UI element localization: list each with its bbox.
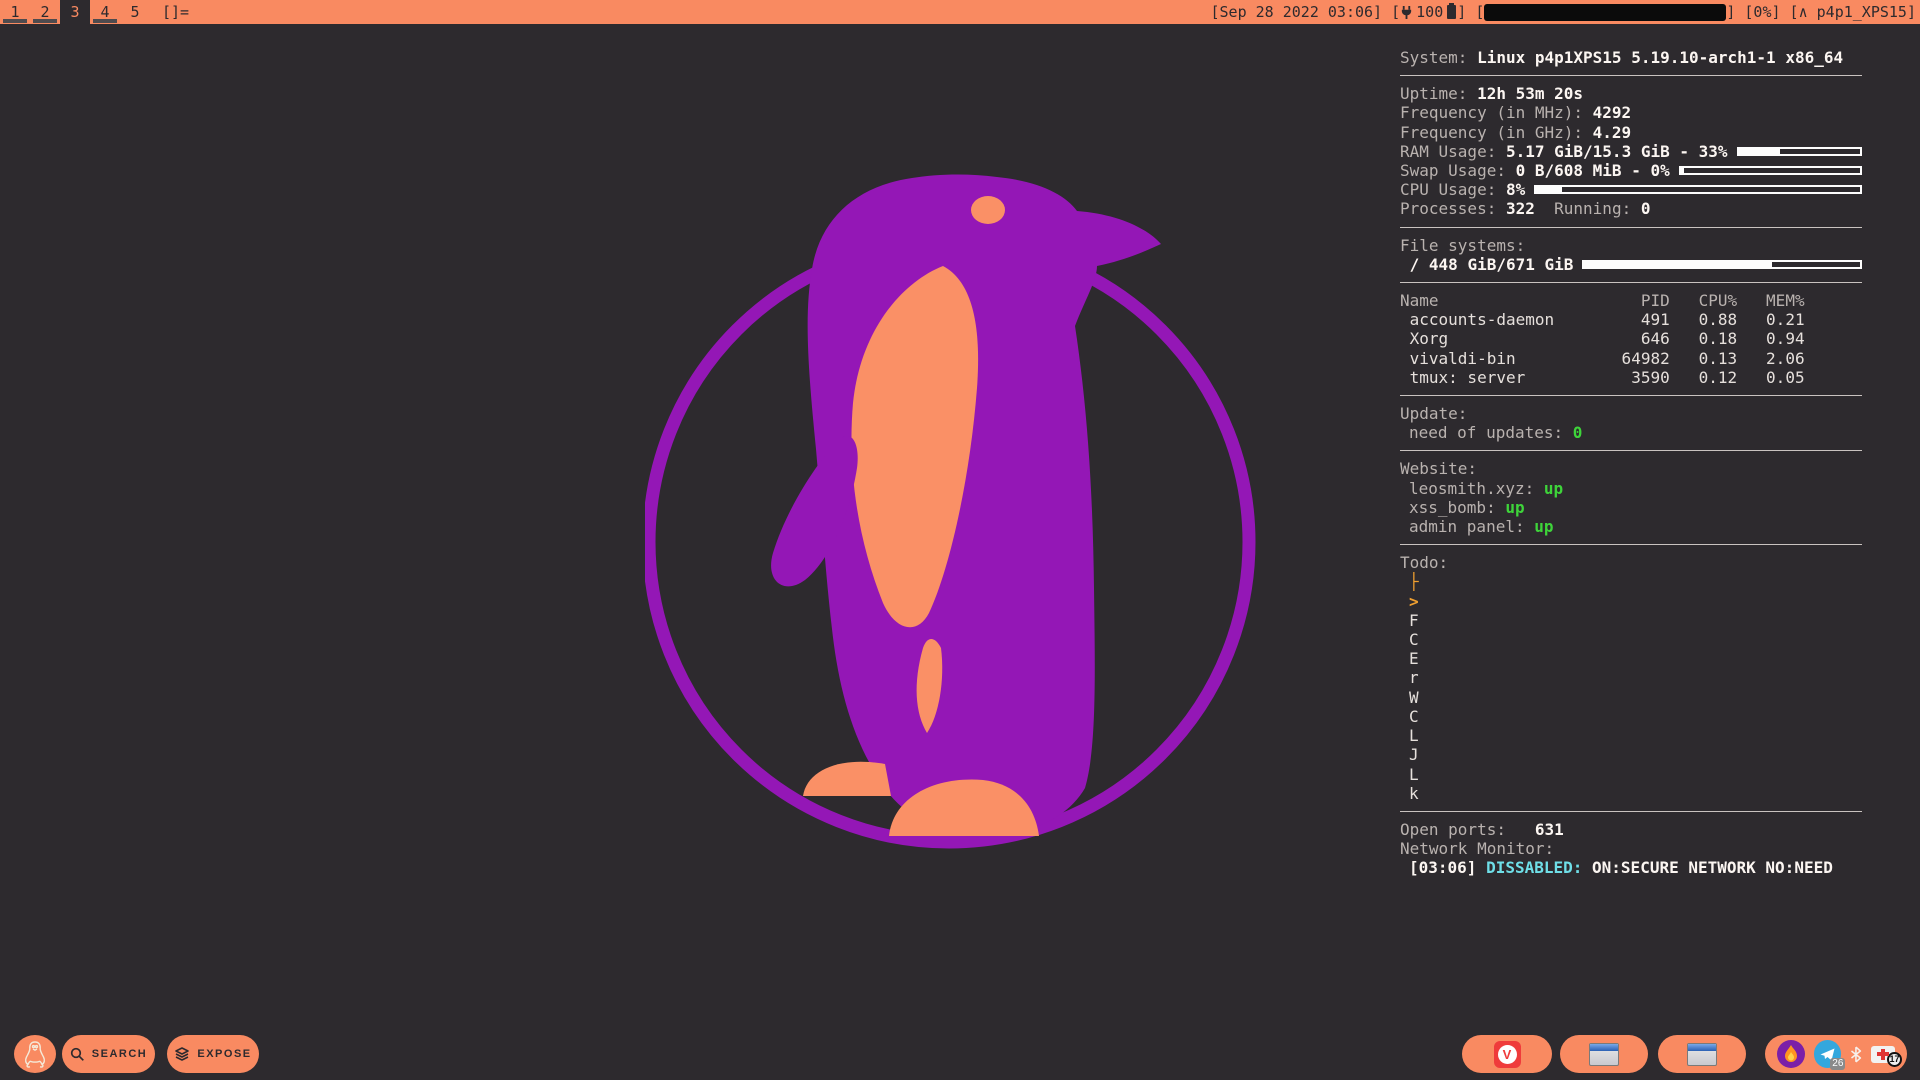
system-line: System: Linux p4p1XPS15 5.19.10-arch1-1 … xyxy=(1400,48,1862,67)
ram-usage-bar xyxy=(1737,147,1862,156)
firstaid-tray-icon[interactable]: 17 xyxy=(1871,1046,1895,1063)
todo-item: ├ xyxy=(1400,572,1862,591)
uptime-line: Uptime: 12h 53m 20s xyxy=(1400,84,1862,103)
battery-icon xyxy=(1447,5,1456,19)
processes-line: Processes: 322 Running: 0 xyxy=(1400,199,1862,218)
statusbar-right: [Sep 28 2022 03:06] [ 100 ] [ ] [0%] [∧ … xyxy=(1211,0,1917,24)
taskbar-window-1[interactable] xyxy=(1560,1035,1648,1073)
website-title: Website: xyxy=(1400,459,1862,478)
expose-button[interactable]: EXPOSE xyxy=(167,1035,259,1073)
battery-segment: [ 100 ] xyxy=(1382,3,1475,21)
freq-mhz-line: Frequency (in MHz): 4292 xyxy=(1400,103,1862,122)
todo-item: > xyxy=(1400,592,1862,611)
todo-item: r xyxy=(1400,668,1862,687)
open-ports-line: Open ports: 631 xyxy=(1400,820,1862,839)
filesystem-usage-bar xyxy=(1582,260,1862,269)
telegram-tray-icon[interactable]: 26 xyxy=(1814,1040,1842,1068)
process-table-header: Name PID CPU% MEM% xyxy=(1400,291,1862,310)
ram-line: RAM Usage: 5.17 GiB/15.3 GiB - 33% xyxy=(1400,142,1862,161)
tux-launcher-button[interactable] xyxy=(14,1035,56,1073)
status-cpu: [0%] xyxy=(1744,3,1780,21)
window-icon xyxy=(1687,1043,1717,1066)
workspace-tag-4[interactable]: 4 xyxy=(90,0,120,24)
website-status-line: leosmith.xyz: up xyxy=(1400,479,1862,498)
tux-icon xyxy=(22,1040,48,1068)
divider xyxy=(1400,811,1862,812)
todo-item: L xyxy=(1400,726,1862,745)
update-title: Update: xyxy=(1400,404,1862,423)
divider xyxy=(1400,75,1862,76)
bluetooth-tray-icon[interactable] xyxy=(1850,1045,1862,1064)
updates-needed-line: need of updates: 0 xyxy=(1400,423,1862,442)
divider xyxy=(1400,395,1862,396)
layers-icon xyxy=(174,1046,190,1062)
workspace-tag-3-active[interactable]: 3 xyxy=(60,0,90,24)
battery-percent: 100 xyxy=(1416,3,1443,21)
power-plug-icon xyxy=(1400,6,1413,19)
vivaldi-v-glyph: V xyxy=(1498,1045,1517,1064)
website-status-line: xss_bomb: up xyxy=(1400,498,1862,517)
cpu-usage-bar xyxy=(1534,185,1862,194)
workspace-tags: 1 2 3 4 5 xyxy=(0,0,150,24)
penguin-wallpaper xyxy=(645,148,1265,878)
filesystem-root-line: / 448 GiB/671 GiB xyxy=(1400,255,1862,274)
system-info-panel: System: Linux p4p1XPS15 5.19.10-arch1-1 … xyxy=(1400,48,1862,878)
filesystems-title: File systems: xyxy=(1400,236,1862,255)
todo-item: k xyxy=(1400,784,1862,803)
status-hostname: [∧ p4p1_XPS15] xyxy=(1781,3,1916,21)
search-icon xyxy=(70,1047,85,1062)
redacted-network-info xyxy=(1484,4,1726,21)
layout-symbol[interactable]: []= xyxy=(162,3,189,21)
expose-button-label: EXPOSE xyxy=(197,1048,251,1060)
penguin-eye xyxy=(971,196,1005,224)
network-monitor-title: Network Monitor: xyxy=(1400,839,1862,858)
taskbar-vivaldi-window[interactable]: V xyxy=(1462,1035,1552,1073)
todo-item: E xyxy=(1400,649,1862,668)
window-icon xyxy=(1589,1043,1619,1066)
divider xyxy=(1400,450,1862,451)
workspace-tag-1[interactable]: 1 xyxy=(0,0,30,24)
divider xyxy=(1400,227,1862,228)
taskbar-window-2[interactable] xyxy=(1658,1035,1746,1073)
todo-item: C xyxy=(1400,707,1862,726)
vivaldi-icon: V xyxy=(1494,1041,1521,1068)
process-table-row: vivaldi-bin 64982 0.13 2.06 xyxy=(1400,349,1862,368)
top-status-bar: 1 2 3 4 5 []= [Sep 28 2022 03:06] [ 100 … xyxy=(0,0,1920,24)
divider xyxy=(1400,544,1862,545)
todo-item: C xyxy=(1400,630,1862,649)
todo-item: F xyxy=(1400,611,1862,630)
swap-line: Swap Usage: 0 B/608 MiB - 0% xyxy=(1400,161,1862,180)
swap-usage-bar xyxy=(1679,166,1862,175)
status-datetime: [Sep 28 2022 03:06] xyxy=(1211,3,1383,21)
process-table-row: tmux: server 3590 0.12 0.05 xyxy=(1400,368,1862,387)
search-button[interactable]: SEARCH xyxy=(62,1035,155,1073)
system-tray: 26 17 xyxy=(1765,1035,1907,1073)
penguin-artwork-svg xyxy=(645,148,1265,878)
firstaid-count-badge: 17 xyxy=(1887,1052,1902,1067)
telegram-unread-badge: 26 xyxy=(1830,1058,1845,1070)
process-table-row: accounts-daemon 491 0.88 0.21 xyxy=(1400,310,1862,329)
search-button-label: SEARCH xyxy=(92,1048,147,1060)
process-table-row: Xorg 646 0.18 0.94 xyxy=(1400,329,1862,348)
freq-ghz-line: Frequency (in GHz): 4.29 xyxy=(1400,123,1862,142)
cpu-line: CPU Usage: 8% xyxy=(1400,180,1862,199)
todo-item: L xyxy=(1400,765,1862,784)
penguin-foot-left xyxy=(803,762,891,796)
workspace-tag-2[interactable]: 2 xyxy=(30,0,60,24)
todo-item: W xyxy=(1400,688,1862,707)
website-status-line: admin panel: up xyxy=(1400,517,1862,536)
network-monitor-status: [03:06] DISSABLED: ON:SECURE NETWORK NO:… xyxy=(1400,858,1862,877)
workspace-tag-5[interactable]: 5 xyxy=(120,0,150,24)
todo-title: Todo: xyxy=(1400,553,1862,572)
flameshot-tray-icon[interactable] xyxy=(1777,1040,1805,1068)
todo-item: J xyxy=(1400,745,1862,764)
divider xyxy=(1400,282,1862,283)
